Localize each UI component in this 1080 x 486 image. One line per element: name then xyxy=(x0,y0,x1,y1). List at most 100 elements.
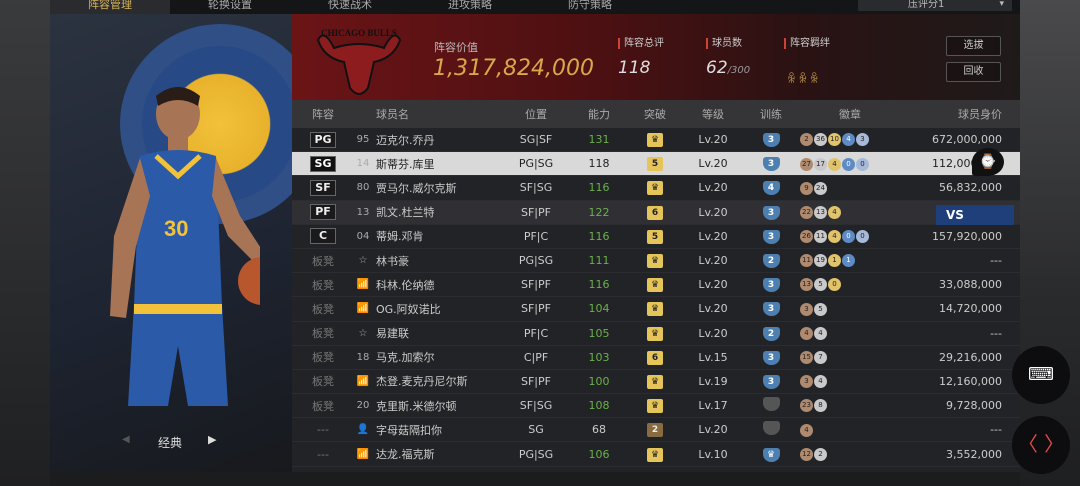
player-salary: 3,552,000 xyxy=(946,447,1002,461)
player-name[interactable]: 斯蒂芬.库里 xyxy=(372,156,500,172)
player-position: SF|PF xyxy=(521,302,551,316)
lineup-slot[interactable]: SG xyxy=(292,155,354,172)
player-position: SF|PF xyxy=(521,205,551,219)
lineup-slot[interactable]: --- xyxy=(292,423,354,436)
tab-lineup[interactable]: 阵容管理 xyxy=(50,0,170,14)
player-name[interactable]: 科林.伦纳德 xyxy=(372,277,500,293)
lineup-slot[interactable]: 板凳 xyxy=(292,373,354,389)
table-row[interactable]: 板凳 📶 科林.伦纳德 SF|PF 116 ♛ Lv.20 3 13 5 0 33,… xyxy=(292,273,1020,298)
code-icon[interactable]: 〈 〉 xyxy=(1012,416,1070,474)
tab-rotation[interactable]: 轮换设置 xyxy=(170,0,290,14)
breakthrough-icon: 5 xyxy=(647,157,663,172)
training-cell: 4 xyxy=(742,180,800,196)
count-stat: 球员数 62/300 xyxy=(706,38,750,78)
jersey-number: 📶 xyxy=(356,375,370,387)
badge-icon: 10 xyxy=(828,133,841,147)
breakthrough-cell: ♛ xyxy=(626,180,684,196)
breakthrough-icon: ♛ xyxy=(647,181,663,196)
table-row[interactable]: 板凳 📶 杰登.麦克丹尼尔斯 SF|PF 100 ♛ Lv.19 3 34 12… xyxy=(292,370,1020,395)
compare-vs-button[interactable]: VS xyxy=(936,205,1014,225)
clock-icon[interactable]: ⌚ xyxy=(972,148,1004,176)
table-row[interactable]: --- 👤 字母菇隔扣你 SG 68 2 Lv.20 4 --- xyxy=(292,418,1020,443)
player-name[interactable]: 凯文.杜兰特 xyxy=(372,204,500,220)
player-name[interactable]: 易建联 xyxy=(372,325,500,341)
badge-icon: 11 xyxy=(800,254,813,268)
player-position: SF|PF xyxy=(521,278,551,292)
lineup-slot[interactable]: PG xyxy=(292,131,354,148)
lineup-slot[interactable]: 板凳 xyxy=(292,253,354,269)
lineup-slot[interactable]: 板凳 xyxy=(292,325,354,341)
card-style-label: 经典 xyxy=(158,436,183,450)
badge-icon: 13 xyxy=(814,205,827,219)
player-level: Lv.15 xyxy=(698,350,728,364)
player-name[interactable]: 马克.加索尔 xyxy=(372,349,500,365)
badge-icon: 24 xyxy=(814,181,827,195)
player-name[interactable]: OG.阿奴诺比 xyxy=(372,301,500,317)
jersey-number: 📶 xyxy=(356,279,370,291)
player-ability: 111 xyxy=(588,254,610,268)
badge-icon: 15 xyxy=(800,351,813,365)
table-row[interactable]: 板凳 18 马克.加索尔 C|PF 103 6 Lv.15 3 15 7 29,2… xyxy=(292,346,1020,370)
prev-arrow-icon[interactable]: ◀ xyxy=(122,434,130,445)
lineup-slot[interactable]: --- xyxy=(292,448,354,461)
table-row[interactable]: --- 📶 达龙.福克斯 PG|SG 106 ♛ Lv.10 ♛ 12 2 3,5… xyxy=(292,442,1020,467)
table-row[interactable]: SF 80 贾马尔.威尔克斯 SF|SG 116 ♛ Lv.20 4 9 24 5… xyxy=(292,176,1020,201)
breakthrough-cell: 6 xyxy=(626,205,684,220)
table-row[interactable]: 板凳 20 克里斯.米德尔顿 SF|SG 108 ♛ Lv.17 23 8 9,7… xyxy=(292,394,1020,419)
lineup-header: CHICAGO BULLS 阵容价值 1,317,824,000 阵容总评 11… xyxy=(292,14,1020,100)
player-name[interactable]: 杰登.麦克丹尼尔斯 xyxy=(372,373,500,389)
player-name[interactable]: 贾马尔.威尔克斯 xyxy=(372,180,500,196)
player-name[interactable]: 达龙.福克斯 xyxy=(372,446,500,462)
table-row[interactable]: PG 95 迈克尔.乔丹 SG|SF 131 ♛ Lv.20 3 2 36 10 4 3… xyxy=(292,128,1020,153)
lineup-value: 1,317,824,000 xyxy=(433,56,594,81)
training-shield-icon: 3 xyxy=(762,229,780,244)
table-row[interactable]: 板凳 📶 OG.阿奴诺比 SF|PF 104 ♛ Lv.20 3 35 14,7… xyxy=(292,297,1020,322)
lineup-slot[interactable]: 板凳 xyxy=(292,301,354,317)
sort-dropdown[interactable]: 压评分1 ▾ xyxy=(858,0,1012,11)
tab-defense[interactable]: 防守策略 xyxy=(530,0,650,14)
lineup-slot[interactable]: C xyxy=(292,228,354,245)
player-name[interactable]: 克里斯.米德尔顿 xyxy=(372,398,500,414)
badge-list: 2 36 10 4 3 xyxy=(800,133,900,147)
table-row[interactable]: 板凳 ☆ 林书豪 PG|SG 111 ♛ Lv.20 2 11 19 1 1 --- xyxy=(292,249,1020,274)
player-salary: 672,000,000 xyxy=(932,133,1002,147)
pick-button[interactable]: 选拔 xyxy=(946,36,1001,56)
lineup-slot[interactable]: PF xyxy=(292,204,354,221)
player-name[interactable]: 迈克尔.乔丹 xyxy=(372,132,500,148)
breakthrough-cell: ♛ xyxy=(626,253,684,269)
table-row[interactable]: PF 13 凯文.杜兰特 SF|PF 122 6 Lv.20 3 22 13 4 xyxy=(292,200,1020,225)
sort-dropdown-value: 压评分1 xyxy=(908,0,945,10)
tab-offense[interactable]: 进攻策略 xyxy=(410,0,530,14)
player-ability: 116 xyxy=(588,229,610,243)
player-level: Lv.20 xyxy=(698,181,728,195)
table-row[interactable]: SG 14 斯蒂芬.库里 PG|SG 118 5 Lv.20 3 27 17 4 0 0… xyxy=(292,152,1020,177)
training-shield-icon: 4 xyxy=(762,181,780,196)
training-shield-icon xyxy=(762,421,780,436)
player-level: Lv.17 xyxy=(698,399,728,413)
lineup-slot[interactable]: 板凳 xyxy=(292,277,354,293)
player-name[interactable]: 字母菇隔扣你 xyxy=(372,422,500,438)
player-ability: 108 xyxy=(588,399,610,413)
player-name[interactable]: 林书豪 xyxy=(372,253,500,269)
breakthrough-icon: 5 xyxy=(647,229,663,244)
lineup-slot[interactable]: 板凳 xyxy=(292,349,354,365)
badge-icon: 1 xyxy=(828,254,841,268)
player-ability: 106 xyxy=(588,447,610,461)
lineup-slot[interactable]: SF xyxy=(292,179,354,196)
chem-icons[interactable]: ꆜꆜꆜ xyxy=(787,70,821,86)
next-arrow-icon[interactable]: ▶ xyxy=(208,433,216,446)
lineup-slot[interactable]: 板凳 xyxy=(292,398,354,414)
badge-icon: 3 xyxy=(856,133,869,147)
keyboard-icon[interactable]: ⌨ xyxy=(1012,346,1070,404)
training-cell xyxy=(742,397,800,414)
training-cell: 3 xyxy=(742,374,800,389)
tab-quick-tactics[interactable]: 快速战术 xyxy=(290,0,410,14)
table-row[interactable]: C 04 蒂姆.邓肯 PF|C 116 5 Lv.20 3 26 11 4 0 0 15… xyxy=(292,225,1020,249)
table-row[interactable]: 板凳 ☆ 易建联 PF|C 105 ♛ Lv.20 2 44 --- xyxy=(292,322,1020,346)
jersey-number: 14 xyxy=(356,158,370,170)
player-position: C|PF xyxy=(523,350,549,364)
player-name[interactable]: 蒂姆.邓肯 xyxy=(372,228,500,244)
recycle-button[interactable]: 回收 xyxy=(946,62,1001,82)
training-shield-icon: 3 xyxy=(762,350,780,365)
badge-icon: 17 xyxy=(814,157,827,171)
